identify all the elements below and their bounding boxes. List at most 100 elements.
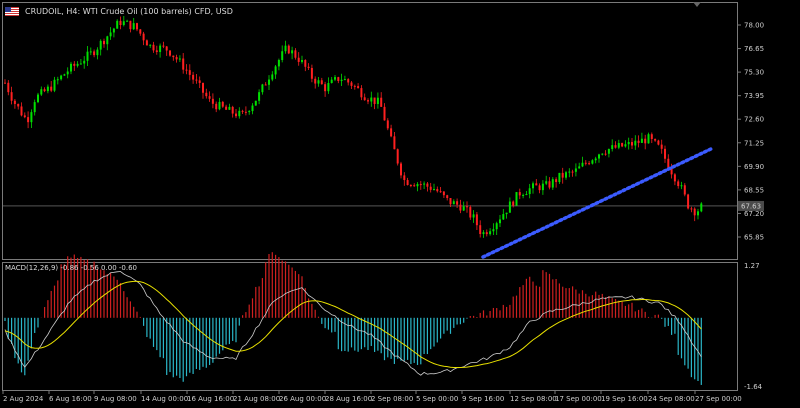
macd-signal-line xyxy=(4,280,702,368)
time-axis-label: 27 Sep 00:00 xyxy=(695,395,742,403)
candle-body xyxy=(353,85,356,87)
candle-body xyxy=(545,181,548,184)
candle-body xyxy=(647,134,650,144)
candle-body xyxy=(27,117,30,123)
time-axis-label: 5 Sep 00:00 xyxy=(416,395,458,403)
candle-body xyxy=(238,110,241,117)
candle-body xyxy=(429,186,432,190)
candle-body xyxy=(231,106,234,114)
candle-body xyxy=(43,89,46,92)
candle-body xyxy=(376,97,379,105)
candle-body xyxy=(116,20,119,29)
candle-body xyxy=(334,77,336,80)
candle-body xyxy=(53,79,56,91)
candle-body xyxy=(660,144,663,149)
candle-body xyxy=(244,111,247,113)
candle-body xyxy=(274,66,277,75)
candle-body xyxy=(56,79,59,81)
candle-body xyxy=(225,106,228,110)
candle-body xyxy=(367,100,369,102)
candle-body xyxy=(89,51,92,53)
macd-title: MACD(12,26,9) -0.86 -0.56 0.00 -0.60 xyxy=(5,264,137,272)
candle-body xyxy=(79,63,82,65)
candle-body xyxy=(360,88,363,98)
candle-body xyxy=(479,225,482,235)
candle-body xyxy=(30,112,33,123)
candle-body xyxy=(159,45,162,52)
time-axis-label: 26 Aug 00:00 xyxy=(279,395,326,403)
candle-body xyxy=(268,79,270,85)
candle-body xyxy=(165,46,168,51)
candle-body xyxy=(568,171,571,173)
candle-body xyxy=(697,211,699,216)
candle-body xyxy=(495,223,498,230)
candle-body xyxy=(693,208,696,216)
candle-body xyxy=(301,60,303,62)
candle-body xyxy=(337,77,340,81)
candle-body xyxy=(373,97,376,105)
time-axis-label: 28 Aug 16:00 xyxy=(325,395,372,403)
candle-body xyxy=(357,86,360,89)
candle-body xyxy=(228,106,231,110)
candle-body xyxy=(13,100,16,104)
candle-body xyxy=(690,208,693,210)
candle-body xyxy=(624,144,627,147)
candle-body xyxy=(591,160,594,164)
candle-body xyxy=(126,20,129,22)
candle-body xyxy=(522,195,525,197)
candle-body xyxy=(70,63,72,72)
time-axis-label: 2 Sep 08:00 xyxy=(371,395,413,403)
candle-body xyxy=(677,181,680,187)
candle-body xyxy=(60,75,63,80)
candle-body xyxy=(588,163,591,165)
candle-body xyxy=(178,58,181,60)
candle-body xyxy=(208,96,211,99)
candle-body xyxy=(442,191,445,196)
candle-body xyxy=(380,97,383,107)
candle-body xyxy=(482,232,485,235)
candle-body xyxy=(456,201,459,205)
candle-body xyxy=(499,219,501,224)
candle-body xyxy=(264,84,267,86)
candle-body xyxy=(654,138,657,141)
price-axis-label: 65.85 xyxy=(744,234,764,242)
candle-body xyxy=(426,183,429,187)
shift-marker-icon[interactable] xyxy=(693,2,701,7)
candle-body xyxy=(512,201,515,206)
candle-body xyxy=(515,192,518,206)
price-chart[interactable]: 78.00 76.65 75.30 73.95 72.60 71.25 69.90 68.55… xyxy=(0,0,800,408)
candle-body xyxy=(340,79,343,81)
candle-body xyxy=(96,49,99,56)
candle-body xyxy=(132,23,135,30)
candle-body xyxy=(581,162,584,167)
price-axis-label: 72.60 xyxy=(744,116,764,124)
candle-body xyxy=(574,168,577,172)
candle-body xyxy=(155,50,158,52)
candle-body xyxy=(561,172,564,178)
candle-body xyxy=(611,145,614,150)
candle-body xyxy=(466,206,468,208)
candle-body xyxy=(182,58,185,70)
candle-body xyxy=(66,71,69,75)
candle-body xyxy=(343,79,346,81)
candle-body xyxy=(637,140,640,143)
main-panel-frame xyxy=(2,2,738,260)
price-axis-label: 69.90 xyxy=(744,163,764,171)
candle-body xyxy=(406,180,409,186)
candle-body xyxy=(621,143,624,147)
macd-line xyxy=(4,271,702,376)
candle-body xyxy=(700,203,703,212)
candle-body xyxy=(664,148,666,159)
candle-body xyxy=(409,185,412,187)
candle-body xyxy=(502,214,505,220)
candle-body xyxy=(508,201,511,213)
candle-body xyxy=(604,153,607,155)
candle-body xyxy=(221,101,224,107)
candle-body xyxy=(390,128,393,137)
candle-body xyxy=(657,140,660,145)
candle-body xyxy=(598,154,600,159)
candle-body xyxy=(541,183,544,191)
candle-body xyxy=(136,23,138,30)
candle-body xyxy=(277,60,280,67)
candle-body xyxy=(528,188,531,195)
